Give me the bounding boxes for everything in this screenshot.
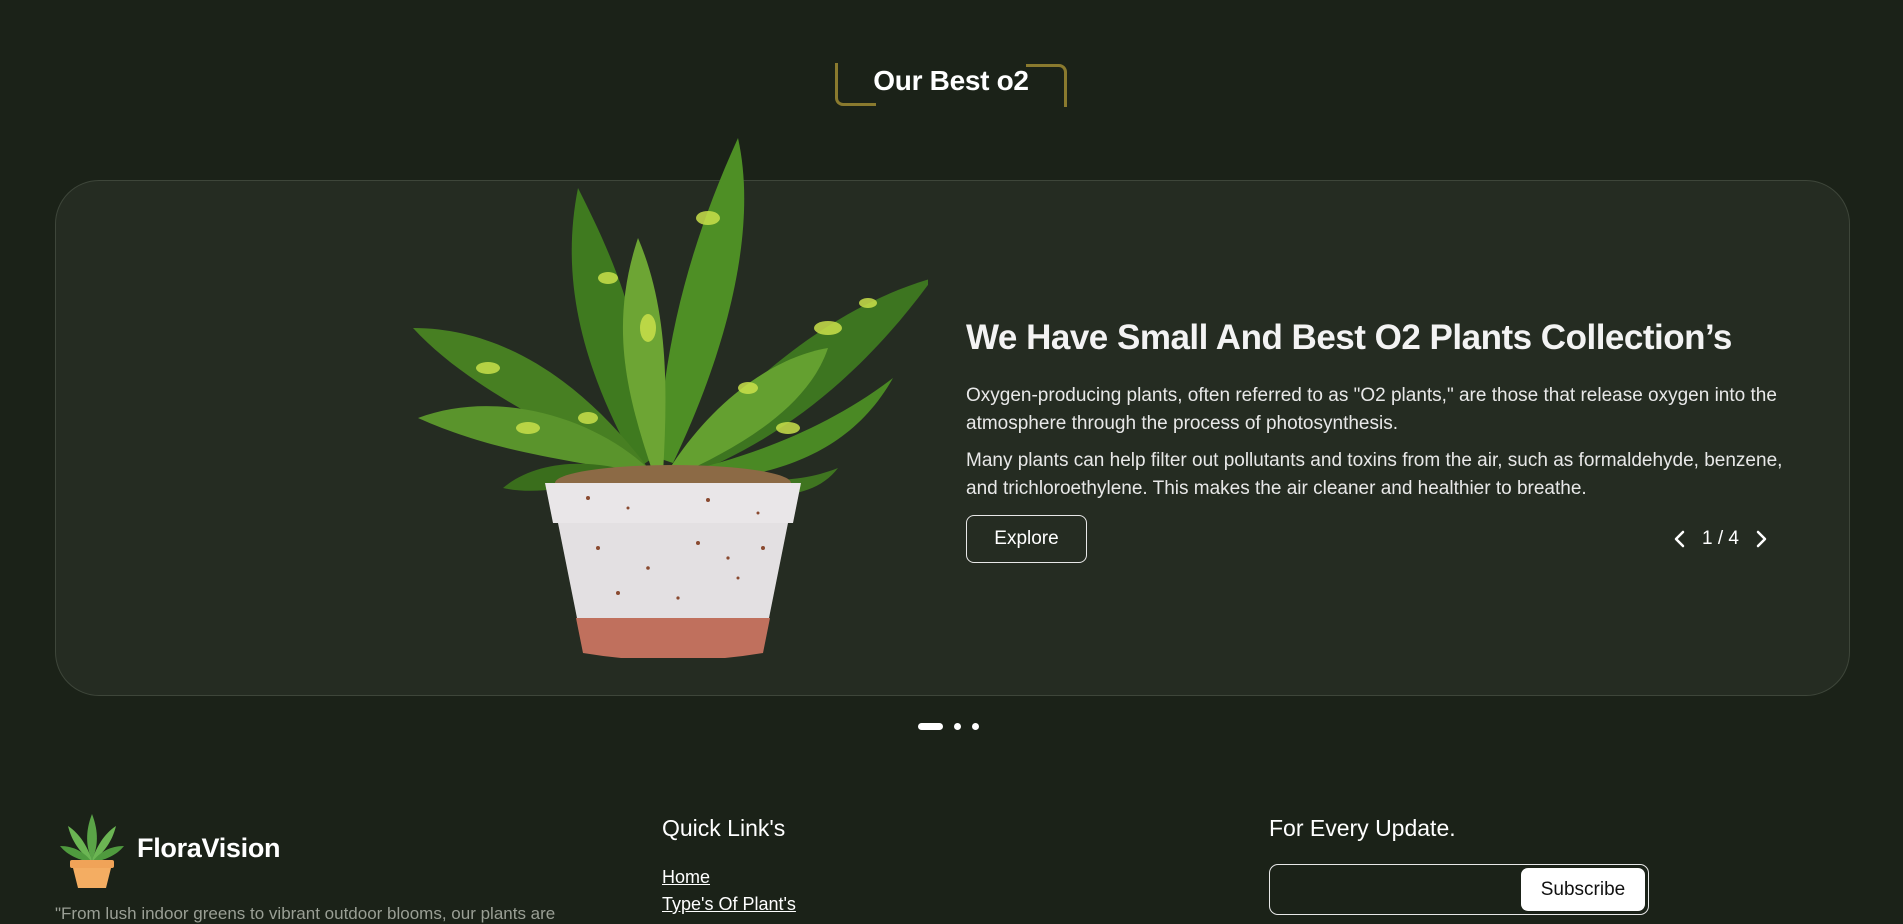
potted-succulent-icon xyxy=(60,814,124,888)
subscribe-form: Subscribe xyxy=(1269,864,1649,915)
email-input[interactable] xyxy=(1278,871,1532,909)
carousel-dot-2[interactable] xyxy=(954,723,961,730)
carousel-dots xyxy=(918,723,979,730)
slide-pager: 1 / 4 xyxy=(1672,523,1769,555)
chevron-left-icon[interactable] xyxy=(1672,529,1688,549)
title-corner-bottom-left xyxy=(835,63,876,106)
plant-pot xyxy=(545,483,801,658)
quick-link-plant-types[interactable]: Type's Of Plant's xyxy=(662,894,796,914)
plant-image xyxy=(413,138,928,658)
carousel-dot-1[interactable] xyxy=(918,723,943,730)
quick-links-heading: Quick Link's xyxy=(662,815,786,841)
chevron-right-icon[interactable] xyxy=(1753,529,1769,549)
quick-links-list: Home Type's Of Plant's xyxy=(662,866,796,920)
quick-link-home[interactable]: Home xyxy=(662,867,710,887)
explore-button[interactable]: Explore xyxy=(966,515,1087,563)
section-title: Our Best o2 xyxy=(873,65,1029,96)
plant-leaves xyxy=(413,138,928,496)
carousel-dot-3[interactable] xyxy=(972,723,979,730)
update-heading: For Every Update. xyxy=(1269,815,1456,841)
card-description-2: Many plants can help filter out pollutan… xyxy=(966,450,1783,499)
pager-count: 1 / 4 xyxy=(1702,528,1739,549)
subscribe-button[interactable]: Subscribe xyxy=(1521,868,1645,911)
card-description-1: Oxygen-producing plants, often referred … xyxy=(966,385,1777,434)
brand-name: FloraVision xyxy=(137,833,281,863)
section-title-frame: Our Best o2 xyxy=(835,63,1067,107)
title-corner-top-right xyxy=(1026,64,1067,107)
featured-plant-card xyxy=(55,180,1850,696)
footer-tagline: "From lush indoor greens to vibrant outd… xyxy=(55,904,556,923)
card-heading: We Have Small And Best O2 Plants Collect… xyxy=(966,318,1732,357)
